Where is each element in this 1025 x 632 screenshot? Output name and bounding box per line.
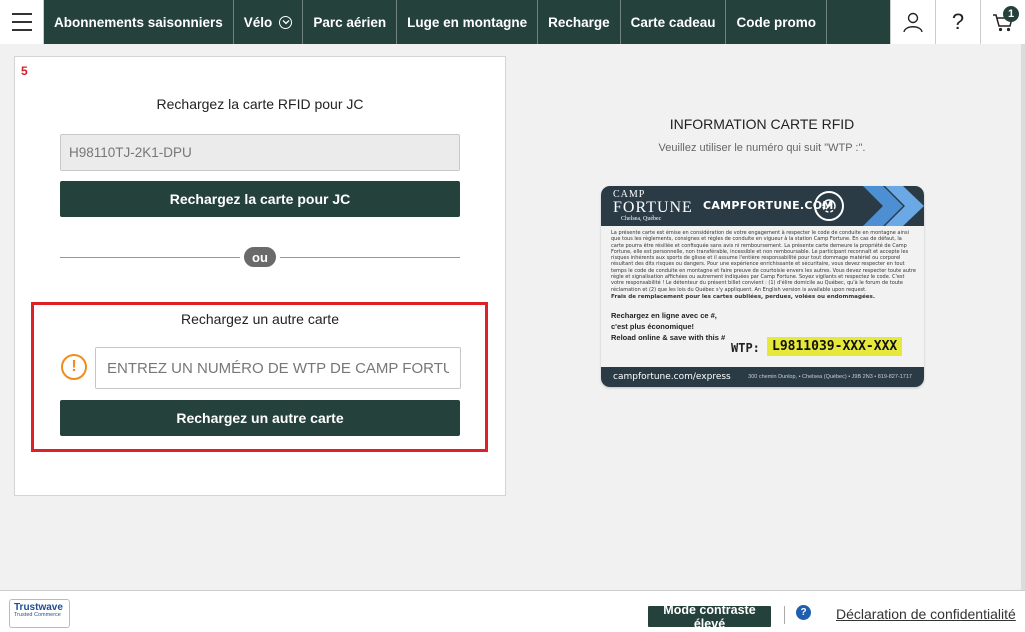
help-label: ? [951,9,965,34]
nav-item-parc-aerien[interactable]: Parc aérien [303,0,398,44]
card-fine-print: La présente carte est émise en considéra… [611,230,916,300]
nav-item-abonnements[interactable]: Abonnements saisonniers [44,0,234,44]
privacy-link[interactable]: Déclaration de confidentialité [836,606,1016,622]
trustwave-badge[interactable]: Trustwave Trusted Commerce [9,599,70,628]
top-nav: Abonnements saisonniers Vélo Parc aérien… [0,0,1025,44]
menu-icon[interactable] [0,0,44,44]
card-address: 300 chemin Dunlop, • Chelsea (Québec) • … [748,374,912,380]
nav-right-icons: ? 1 [890,0,1025,44]
step-number: 5 [21,64,28,78]
high-contrast-button[interactable]: Mode contraste élevé [648,603,771,631]
warning-icon: ! [61,354,87,380]
user-icon[interactable] [890,0,935,44]
recharge-panel: 5 Rechargez la carte RFID pour JC H98110… [14,56,506,496]
other-card-title: Rechargez un autre carte [181,311,339,327]
card-emblem-icon [814,191,844,221]
nav-item-code-promo[interactable]: Code promo [726,0,827,44]
card-footer: campfortune.com/express 300 chemin Dunlo… [601,367,924,387]
recharge-title: Rechargez la carte RFID pour JC [156,96,364,112]
cart-icon[interactable]: 1 [980,0,1025,44]
card-fees-line: Frais de remplacement pour les cartes ou… [611,293,876,300]
nav-item-label: Code promo [736,14,816,30]
card-logo-line2: FORTUNE [613,199,693,216]
nav-item-recharge[interactable]: Recharge [538,0,621,44]
info-subtitle: Veuillez utiliser le numéro qui suit "WT… [658,142,866,154]
recharge-card-button[interactable]: Rechargez la carte pour JC [60,181,460,217]
rfid-card-image: CAMP FORTUNE Chelsea, Québec CAMPFORTUNE… [601,186,924,387]
card-logo: CAMP FORTUNE Chelsea, Québec [613,190,693,223]
chevron-down-icon [279,15,293,29]
footer: Trustwave Trusted Commerce Mode contrast… [0,590,1025,632]
or-badge: ou [240,243,280,271]
card-reload-line3: Reload online & save with this # [611,333,726,342]
card-wtp-label: WTP: [731,341,760,355]
help-circle-icon[interactable]: ? [796,605,811,620]
nav-item-label: Abonnements saisonniers [54,14,223,30]
nav-item-luge[interactable]: Luge en montagne [397,0,539,44]
card-reload-text: Rechargez en ligne avec ce #, c'est plus… [611,310,725,343]
card-fine-print-text: La présente carte est émise en considéra… [611,230,916,293]
rfid-field: H98110TJ-2K1-DPU [60,134,460,171]
recharge-other-card-button[interactable]: Rechargez un autre carte [60,400,460,436]
card-url: campfortune.com/express [613,372,731,382]
card-reload-line1: Rechargez en ligne avec ce #, [611,311,717,320]
card-wtp-value: L9811039-XXX-XXX [767,337,903,356]
trustwave-line2: Trusted Commerce [14,612,61,618]
nav-item-velo[interactable]: Vélo [234,0,304,44]
nav-item-label: Vélo [243,14,273,30]
rfid-value: H98110TJ-2K1-DPU [69,145,192,160]
help-icon[interactable]: ? [935,0,980,44]
nav-item-label: Luge en montagne [407,14,528,30]
scrollbar[interactable] [1021,44,1025,590]
wtp-number-input[interactable] [95,347,461,389]
card-reload-line2: c'est plus économique! [611,322,695,331]
card-logo-line3: Chelsea, Québec [621,216,662,222]
nav-item-label: Recharge [548,14,610,30]
footer-separator [784,606,785,624]
nav-item-label: Carte cadeau [630,14,716,30]
info-title: INFORMATION CARTE RFID [669,116,855,132]
nav-item-label: Parc aérien [313,14,387,30]
nav-item-carte-cadeau[interactable]: Carte cadeau [621,0,727,44]
cart-count-badge: 1 [1003,6,1019,22]
nav-items: Abonnements saisonniers Vélo Parc aérien… [44,0,827,44]
